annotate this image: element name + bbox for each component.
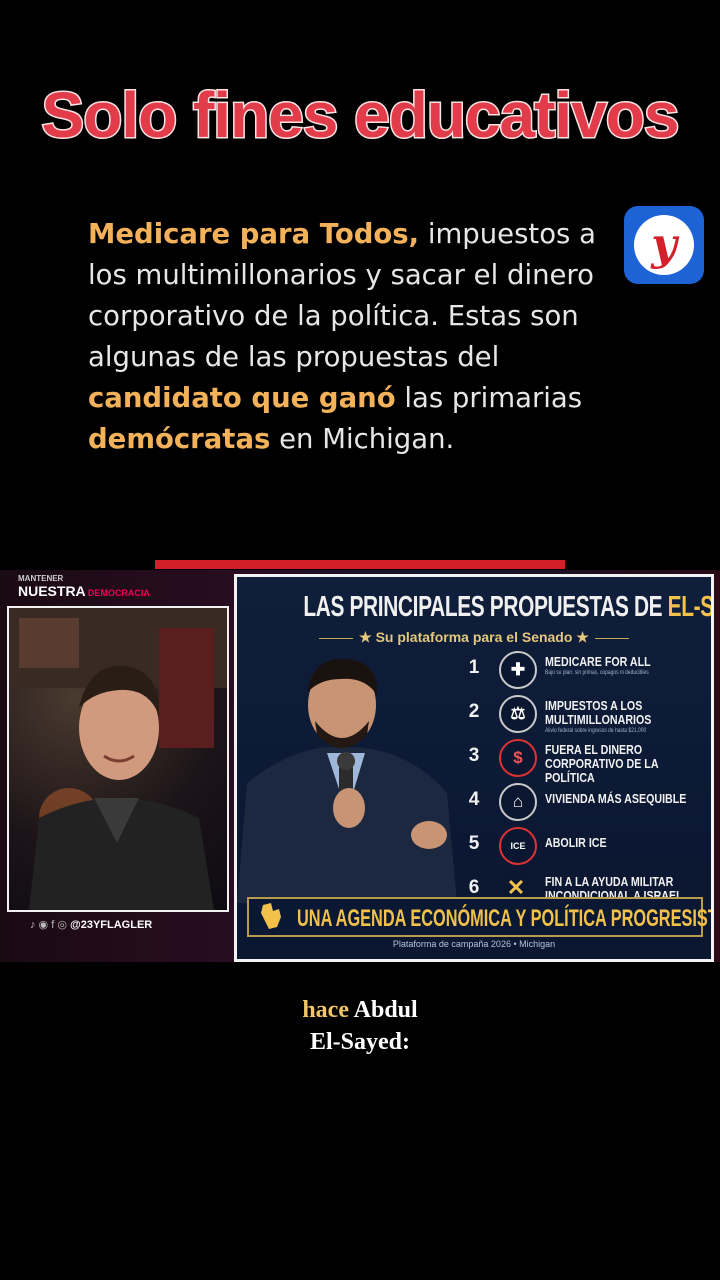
poster-title-gold: EL-SAYED: [667, 591, 714, 623]
caption-gold: hace: [302, 997, 349, 1023]
politician-illustration: [237, 658, 457, 903]
logo-letter: y: [651, 219, 677, 270]
proposal-number: 4: [468, 789, 480, 810]
host-header-small: MANTENER: [18, 574, 64, 583]
host-handle: ♪ ◉ f ◎ @23YFLAGLER: [30, 918, 152, 931]
host-header-red: DEMOCRACIA: [87, 588, 150, 598]
proposal-item: 4 ⌂ VIVIENDA MÁS ASEQUIBLE: [465, 779, 705, 823]
ice-badge-icon: ICE: [499, 827, 537, 865]
proposal-label: VIVIENDA MÁS ASEQUIBLE: [545, 791, 687, 806]
proposal-number: 6: [468, 877, 480, 898]
channel-logo: y: [624, 206, 704, 284]
proposal-item: 5 ICE ABOLIR ICE: [465, 823, 705, 867]
proposal-label: ABOLIR ICE: [545, 835, 607, 850]
host-video-frame: [7, 606, 229, 912]
no-money-icon: $: [499, 739, 537, 777]
michigan-map-icon: [261, 903, 281, 929]
highlight-democrats: demócratas: [88, 423, 271, 455]
house-icon: ⌂: [499, 783, 537, 821]
host-handle-text: @23YFLAGLER: [69, 919, 153, 931]
proposal-item: 2 ⚖ IMPUESTOS A LOS MULTIMILLONARIOS Aliv…: [465, 691, 705, 735]
proposal-detail: Alivio federal sobre ingresos de hasta $…: [545, 728, 647, 734]
watermark-text: Solo fines educativos: [40, 78, 681, 153]
article-text-part: las primarias: [395, 382, 583, 414]
proposal-number: 1: [468, 657, 480, 678]
highlight-medicare: Medicare para Todos,: [88, 218, 420, 250]
caption-line-2: El-Sayed:: [309, 1029, 410, 1055]
scales-icon: ⚖: [499, 695, 537, 733]
poster-title-white: LAS PRINCIPALES PROPUESTAS DE: [303, 591, 668, 623]
host-header: MANTENER NUESTRA DEMOCRACIA: [18, 574, 150, 599]
host-panel: MANTENER NUESTRA DEMOCRACIA ♪ ◉ f ◎ @23Y…: [0, 572, 232, 960]
proposal-number: 5: [468, 833, 480, 854]
article-text: Medicare para Todos, impuestos a los mul…: [88, 214, 628, 460]
proposal-item: 1 ✚ MEDICARE FOR ALL Bajo su plan: sin pr…: [465, 647, 705, 691]
proposal-number: 2: [468, 701, 480, 722]
poster-footer: Plataforma de campaña 2026 • Michigan: [392, 939, 556, 949]
poster-title: LAS PRINCIPALES PROPUESTAS DE EL-SAYED: [303, 591, 711, 624]
campaign-poster: LAS PRINCIPALES PROPUESTAS DE EL-SAYED ★…: [234, 574, 714, 962]
red-divider: [155, 560, 565, 569]
subtitle-caption: hace Abdul El-Sayed:: [0, 994, 720, 1058]
host-person-illustration: [9, 608, 227, 910]
proposal-number: 3: [468, 745, 480, 766]
proposal-detail: Bajo su plan: sin primas, copagos ni ded…: [545, 670, 649, 676]
medical-cross-icon: ✚: [499, 651, 537, 689]
caption-white: Abdul: [348, 997, 418, 1023]
social-icons: ♪ ◉ f ◎: [30, 919, 70, 931]
proposal-item: 3 $ FUERA EL DINERO CORPORATIVO DE LA PO…: [465, 735, 705, 785]
poster-banner: UNA AGENDA ECONÓMICA Y POLÍTICA PROGRESI…: [247, 897, 711, 937]
host-header-big: NUESTRA: [18, 583, 86, 599]
proposal-label: MEDICARE FOR ALL Bajo su plan: sin primas…: [545, 655, 684, 677]
highlight-candidate: candidato que ganó: [88, 382, 396, 414]
channel-logo-circle: y: [634, 215, 694, 275]
article-text-part: en Michigan.: [270, 423, 455, 455]
banner-text: UNA AGENDA ECONÓMICA Y POLÍTICA PROGRESI…: [297, 905, 714, 932]
proposal-list: 1 ✚ MEDICARE FOR ALL Bajo su plan: sin pr…: [465, 647, 705, 911]
proposal-label: IMPUESTOS A LOS MULTIMILLONARIOS Alivio f…: [545, 699, 701, 735]
